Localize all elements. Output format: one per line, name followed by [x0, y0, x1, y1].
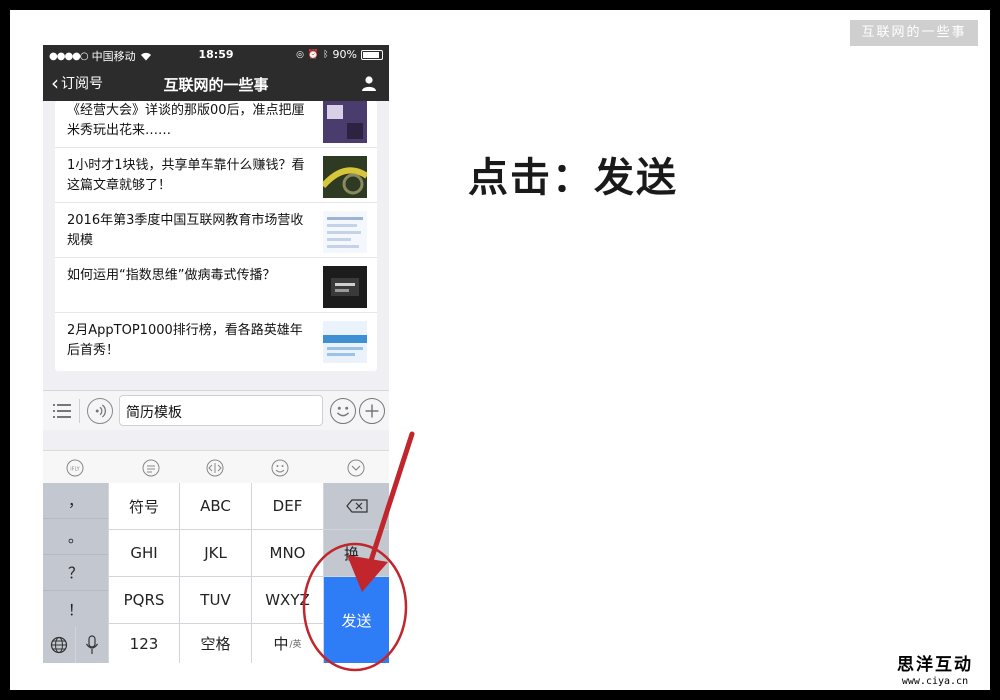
svg-text:iFLY: iFLY: [70, 467, 80, 473]
emoji-icon[interactable]: [330, 398, 356, 424]
article-thumbnail: [323, 211, 367, 253]
list-item[interactable]: 2月AppTOP1000排行榜，看各路英雄年后首秀！: [55, 313, 377, 368]
line-break-key[interactable]: 换: [324, 530, 389, 576]
globe-key[interactable]: [43, 627, 75, 663]
key-abc[interactable]: ABC: [180, 483, 251, 529]
watermark: 互联网的一些事: [850, 20, 978, 46]
article-title: 2016年第3季度中国互联网教育市场营收规模: [67, 213, 304, 248]
keyboard: ， 。 ？ ！ 符号 ABC DEF GHI JKL MNO PQRS TUV …: [43, 483, 389, 663]
page-title: 互联网的一些事: [163, 76, 269, 94]
phone-screenshot: ●●●●○ 中国移动 18:59 ◎ ⏰ ᛒ 90% ‹ 订阅号 互联网的一些事: [43, 45, 389, 663]
status-bar: ●●●●○ 中国移动 18:59 ◎ ⏰ ᛒ 90%: [43, 45, 389, 65]
key-language-label: 中: [273, 635, 289, 653]
key-period[interactable]: 。: [43, 519, 108, 555]
key-wxyz[interactable]: WXYZ: [252, 577, 323, 623]
instruction-text: 点击：发送: [468, 155, 678, 201]
globe-icon: [50, 636, 68, 654]
send-key[interactable]: 发送: [324, 577, 389, 663]
key-symbols[interactable]: 符号: [109, 483, 179, 529]
battery-icon: [361, 49, 383, 60]
article-thumbnail: [323, 156, 367, 198]
article-thumbnail: [323, 101, 367, 143]
chat-input-bar: 简历模板: [43, 390, 389, 430]
key-space[interactable]: 空格: [180, 624, 251, 663]
article-title: 2月AppTOP1000排行榜，看各路英雄年后首秀！: [67, 323, 303, 358]
article-title: 1小时才1块钱，共享单车靠什么赚钱？看这篇文章就够了！: [67, 158, 305, 193]
list-item[interactable]: 《经营大会》详谈的那版00后，准点把厘米秀玩出花来……: [55, 101, 377, 148]
location-icon: ◎: [296, 49, 304, 60]
keyboard-toolbar: iFLY: [43, 450, 389, 483]
key-exclamation[interactable]: ！: [43, 591, 108, 627]
list-item[interactable]: 2016年第3季度中国互联网教育市场营收规模: [55, 203, 377, 258]
alarm-icon: ⏰: [307, 49, 320, 60]
voice-input-icon[interactable]: [87, 398, 113, 424]
ifly-logo-icon[interactable]: iFLY: [65, 458, 85, 478]
site-logo-url: www.ciya.cn: [901, 676, 969, 687]
plus-icon[interactable]: [359, 398, 385, 424]
key-ghi[interactable]: GHI: [109, 530, 179, 576]
key-language-sub: /英: [289, 640, 302, 650]
key-question[interactable]: ？: [43, 555, 108, 591]
chevron-down-icon[interactable]: [346, 458, 366, 478]
user-icon[interactable]: [361, 75, 377, 91]
article-thumbnail: [323, 321, 367, 363]
tutorial-slide: 互联网的一些事 点击：发送 ●●●●○ 中国移动 18:59 ◎ ⏰ ᛒ 90%…: [10, 10, 990, 690]
clipboard-icon[interactable]: [141, 458, 161, 478]
nav-bar: ‹ 订阅号 互联网的一些事: [43, 65, 389, 101]
emoji-icon[interactable]: [270, 458, 290, 478]
key-mno[interactable]: MNO: [252, 530, 323, 576]
message-input[interactable]: 简历模板: [119, 395, 323, 426]
article-list: 《经营大会》详谈的那版00后，准点把厘米秀玩出花来…… 1小时才1块钱，共享单车…: [55, 101, 377, 371]
battery-percent: 90%: [332, 48, 357, 61]
backspace-key[interactable]: [324, 483, 389, 529]
key-def[interactable]: DEF: [252, 483, 323, 529]
article-title: 如何运用“指数思维”做病毒式传播？: [67, 268, 276, 283]
key-comma[interactable]: ，: [43, 483, 108, 519]
key-123[interactable]: 123: [109, 624, 179, 663]
bluetooth-icon: ᛒ: [323, 49, 329, 60]
cursor-move-icon[interactable]: [205, 458, 225, 478]
article-thumbnail: [323, 266, 367, 308]
list-item[interactable]: 如何运用“指数思维”做病毒式传播？: [55, 258, 377, 313]
backspace-icon: [345, 499, 368, 513]
site-logo-name: 思洋互动: [897, 655, 973, 675]
key-jkl[interactable]: JKL: [180, 530, 251, 576]
mic-key[interactable]: [76, 627, 108, 663]
key-language[interactable]: 中/英: [252, 624, 323, 663]
menu-list-icon[interactable]: [51, 401, 73, 421]
divider: [79, 399, 80, 423]
list-item[interactable]: 1小时才1块钱，共享单车靠什么赚钱？看这篇文章就够了！: [55, 148, 377, 203]
key-tuv[interactable]: TUV: [180, 577, 251, 623]
site-logo: 思洋互动 www.ciya.cn: [880, 652, 990, 690]
article-title: 《经营大会》详谈的那版00后，准点把厘米秀玩出花来……: [67, 103, 305, 138]
microphone-icon: [86, 635, 98, 654]
key-pqrs[interactable]: PQRS: [109, 577, 179, 623]
